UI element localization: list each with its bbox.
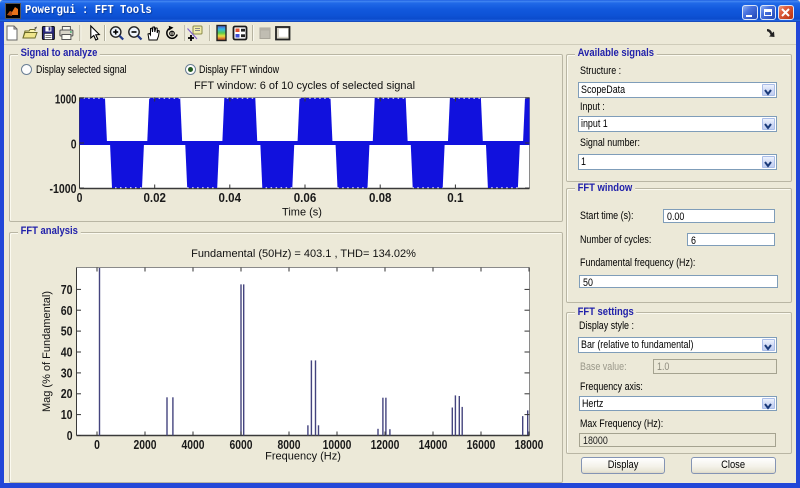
svg-text:0: 0 bbox=[71, 137, 77, 152]
svg-text:60: 60 bbox=[61, 303, 73, 318]
svg-text:50: 50 bbox=[61, 324, 73, 339]
svg-text:0: 0 bbox=[94, 437, 100, 452]
svg-text:Mag (% of Fundamental): Mag (% of Fundamental) bbox=[41, 291, 53, 412]
svg-text:0.08: 0.08 bbox=[369, 190, 392, 205]
svg-text:14000: 14000 bbox=[419, 437, 448, 452]
svg-text:0.1: 0.1 bbox=[447, 190, 463, 205]
svg-text:40: 40 bbox=[61, 345, 73, 360]
svg-text:18000: 18000 bbox=[515, 437, 544, 452]
svg-text:70: 70 bbox=[61, 282, 73, 297]
svg-text:0.04: 0.04 bbox=[219, 190, 242, 205]
svg-text:10: 10 bbox=[61, 407, 73, 422]
svg-text:6000: 6000 bbox=[230, 437, 253, 452]
svg-text:30: 30 bbox=[61, 365, 73, 380]
svg-text:1000: 1000 bbox=[55, 92, 77, 107]
svg-text:0: 0 bbox=[67, 428, 73, 443]
svg-text:-1000: -1000 bbox=[50, 181, 77, 196]
svg-text:20: 20 bbox=[61, 386, 73, 401]
svg-text:16000: 16000 bbox=[467, 437, 496, 452]
svg-text:Time (s): Time (s) bbox=[282, 207, 322, 219]
svg-text:2000: 2000 bbox=[134, 437, 157, 452]
svg-text:12000: 12000 bbox=[371, 437, 400, 452]
svg-text:0.02: 0.02 bbox=[143, 190, 166, 205]
svg-text:4000: 4000 bbox=[182, 437, 205, 452]
svg-text:0: 0 bbox=[77, 190, 83, 205]
svg-text:Frequency (Hz): Frequency (Hz) bbox=[265, 451, 341, 463]
svg-text:0.06: 0.06 bbox=[294, 190, 317, 205]
